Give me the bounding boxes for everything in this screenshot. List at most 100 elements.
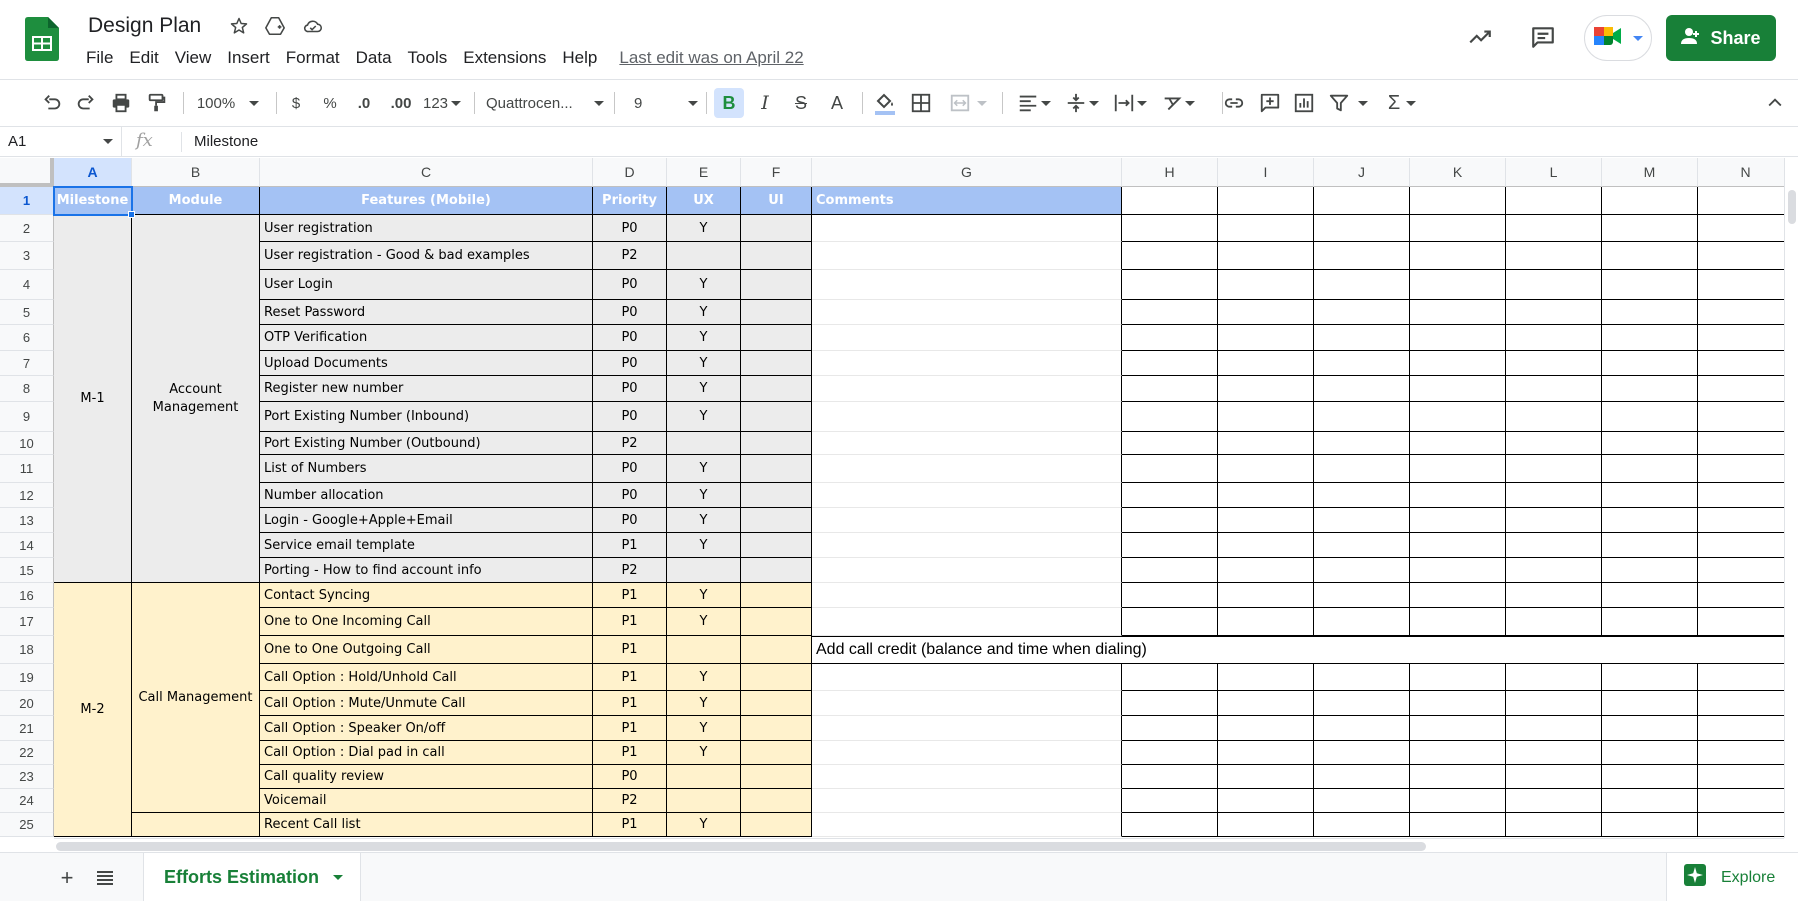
table-cell[interactable]	[1410, 741, 1506, 765]
ux-cell[interactable]: Y	[667, 533, 741, 558]
table-cell[interactable]	[1218, 242, 1314, 270]
vertical-scrollbar[interactable]	[1784, 158, 1798, 838]
redo-icon[interactable]	[72, 88, 100, 118]
table-cell[interactable]	[1122, 402, 1218, 432]
row-header-13[interactable]: 13	[0, 508, 54, 533]
table-cell[interactable]	[1602, 432, 1698, 455]
feature-cell[interactable]: User registration - Good & bad examples	[260, 242, 593, 270]
explore-button[interactable]: Explore	[1666, 853, 1798, 901]
table-cell[interactable]	[1698, 325, 1784, 351]
comment-cell[interactable]	[812, 664, 1122, 691]
row-header-21[interactable]: 21	[0, 716, 54, 741]
ux-cell[interactable]: Y	[667, 300, 741, 325]
table-cell[interactable]	[1314, 583, 1410, 608]
priority-cell[interactable]: P1	[593, 664, 667, 691]
menu-format[interactable]: Format	[278, 46, 348, 70]
table-cell[interactable]	[1698, 402, 1784, 432]
table-cell[interactable]	[1698, 351, 1784, 376]
header-cell-comments[interactable]: Comments	[812, 187, 1122, 215]
table-cell[interactable]	[1314, 691, 1410, 716]
table-cell[interactable]	[1218, 716, 1314, 741]
header-cell-ui[interactable]: UI	[741, 187, 812, 215]
row-header-3[interactable]: 3	[0, 242, 54, 270]
table-cell[interactable]	[1698, 432, 1784, 455]
table-cell[interactable]	[1410, 691, 1506, 716]
horizontal-align-icon[interactable]	[1012, 88, 1056, 118]
ux-cell[interactable]: Y	[667, 716, 741, 741]
row-header-10[interactable]: 10	[0, 432, 54, 455]
table-cell[interactable]	[1506, 716, 1602, 741]
table-cell[interactable]	[1314, 608, 1410, 636]
table-cell[interactable]	[1410, 325, 1506, 351]
table-cell[interactable]	[1122, 691, 1218, 716]
header-cell-milestone[interactable]: Milestone	[54, 187, 132, 215]
ui-cell[interactable]	[741, 691, 812, 716]
milestone-cell[interactable]: M-1	[54, 215, 132, 583]
table-cell[interactable]	[1122, 583, 1218, 608]
column-header-m[interactable]: M	[1602, 158, 1698, 187]
table-cell[interactable]	[1602, 325, 1698, 351]
comment-cell[interactable]	[812, 300, 1122, 325]
insert-chart-icon[interactable]	[1288, 88, 1320, 118]
merge-cells-icon[interactable]	[944, 88, 992, 118]
table-cell[interactable]	[1314, 402, 1410, 432]
ux-cell[interactable]: Y	[667, 741, 741, 765]
priority-cell[interactable]: P1	[593, 608, 667, 636]
menu-file[interactable]: File	[78, 46, 121, 70]
table-cell[interactable]	[1218, 664, 1314, 691]
formula-input[interactable]: Milestone	[194, 127, 258, 156]
undo-icon[interactable]	[38, 88, 66, 118]
milestone-cell[interactable]: M-2	[54, 583, 132, 837]
table-cell[interactable]	[1410, 270, 1506, 300]
table-cell[interactable]	[1218, 402, 1314, 432]
table-cell[interactable]	[1506, 455, 1602, 483]
paint-format-icon[interactable]	[143, 88, 171, 118]
table-cell[interactable]	[1122, 741, 1218, 765]
row-header-12[interactable]: 12	[0, 483, 54, 508]
percent-format-button[interactable]: %	[318, 88, 342, 118]
table-cell[interactable]	[1506, 583, 1602, 608]
table-cell[interactable]	[1698, 270, 1784, 300]
table-cell[interactable]	[1314, 716, 1410, 741]
menu-extensions[interactable]: Extensions	[455, 46, 554, 70]
ux-cell[interactable]	[667, 242, 741, 270]
ux-cell[interactable]: Y	[667, 583, 741, 608]
table-cell[interactable]	[1698, 242, 1784, 270]
row-header-6[interactable]: 6	[0, 325, 54, 351]
priority-cell[interactable]: P0	[593, 455, 667, 483]
move-to-drive-icon[interactable]	[262, 13, 288, 39]
table-cell[interactable]	[1314, 533, 1410, 558]
table-cell[interactable]	[1218, 432, 1314, 455]
priority-cell[interactable]: P2	[593, 432, 667, 455]
table-cell[interactable]	[1410, 716, 1506, 741]
table-cell[interactable]	[1314, 300, 1410, 325]
row-header-25[interactable]: 25	[0, 813, 54, 837]
priority-cell[interactable]: P0	[593, 325, 667, 351]
decrease-decimal-button[interactable]: .0	[350, 88, 378, 118]
table-cell[interactable]	[1698, 765, 1784, 789]
table-cell[interactable]	[1218, 789, 1314, 813]
row-header-11[interactable]: 11	[0, 455, 54, 483]
table-cell[interactable]	[1122, 325, 1218, 351]
ui-cell[interactable]	[741, 741, 812, 765]
table-cell[interactable]	[1506, 664, 1602, 691]
comments-icon[interactable]	[1526, 20, 1560, 54]
vertical-scroll-thumb[interactable]	[1788, 190, 1796, 224]
table-cell[interactable]	[1314, 432, 1410, 455]
ux-cell[interactable]: Y	[667, 270, 741, 300]
table-cell[interactable]	[1314, 215, 1410, 242]
row-header-23[interactable]: 23	[0, 765, 54, 789]
row-header-22[interactable]: 22	[0, 741, 54, 765]
table-cell[interactable]	[1410, 483, 1506, 508]
table-cell[interactable]	[1410, 376, 1506, 402]
table-cell[interactable]	[1410, 432, 1506, 455]
comment-cell[interactable]	[812, 789, 1122, 813]
font-family-select[interactable]: Quattrocen...	[486, 88, 604, 118]
table-cell[interactable]	[1506, 813, 1602, 837]
table-cell[interactable]	[1122, 351, 1218, 376]
bold-button[interactable]: B	[714, 88, 744, 118]
table-cell[interactable]	[1218, 215, 1314, 242]
sheets-logo-icon[interactable]	[25, 17, 59, 61]
table-cell[interactable]	[1122, 664, 1218, 691]
row-header-19[interactable]: 19	[0, 664, 54, 691]
